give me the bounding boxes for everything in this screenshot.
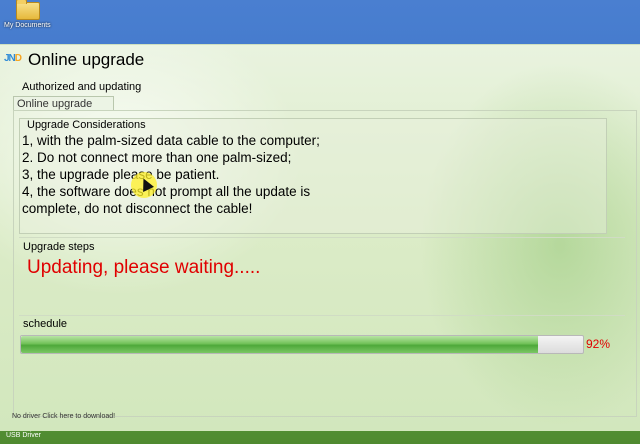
progress-bar-fill bbox=[21, 336, 539, 353]
folder-icon bbox=[16, 0, 40, 20]
schedule-title: schedule bbox=[23, 318, 68, 330]
schedule-box: schedule 92% bbox=[19, 315, 625, 362]
consideration-line: 4, the software does not prompt all the … bbox=[22, 184, 311, 199]
considerations-title: Upgrade Considerations bbox=[27, 119, 146, 131]
tab-online-upgrade[interactable]: Online upgrade bbox=[13, 96, 114, 111]
upgrade-steps-box: Upgrade steps Updating, please waiting..… bbox=[19, 237, 625, 296]
taskbar-item-usb-driver[interactable]: USB Driver bbox=[6, 432, 41, 439]
upgrade-window: JND Online upgrade Authorized and updati… bbox=[0, 44, 640, 431]
progress-bar bbox=[20, 335, 584, 354]
desktop-icon-my-documents[interactable]: My Documents bbox=[4, 0, 52, 34]
consideration-line: 1, with the palm-sized data cable to the… bbox=[22, 133, 320, 148]
consideration-line: complete, do not disconnect the cable! bbox=[22, 201, 253, 216]
window-title: Online upgrade bbox=[28, 50, 145, 69]
app-logo: JND bbox=[4, 53, 22, 64]
progress-percent: 92% bbox=[586, 337, 611, 351]
desktop-icon-label: My Documents bbox=[4, 22, 51, 29]
upgrade-status-message: Updating, please waiting..... bbox=[27, 257, 261, 278]
consideration-line: 3, the upgrade please be patient. bbox=[22, 167, 220, 182]
authorized-status-label: Authorized and updating bbox=[22, 81, 142, 93]
driver-download-link[interactable]: No driver Click here to download! bbox=[12, 413, 115, 420]
considerations-box: Upgrade Considerations 1, with the palm-… bbox=[19, 118, 607, 234]
consideration-line: 2. Do not connect more than one palm-siz… bbox=[22, 150, 292, 165]
upgrade-steps-title: Upgrade steps bbox=[23, 241, 95, 253]
